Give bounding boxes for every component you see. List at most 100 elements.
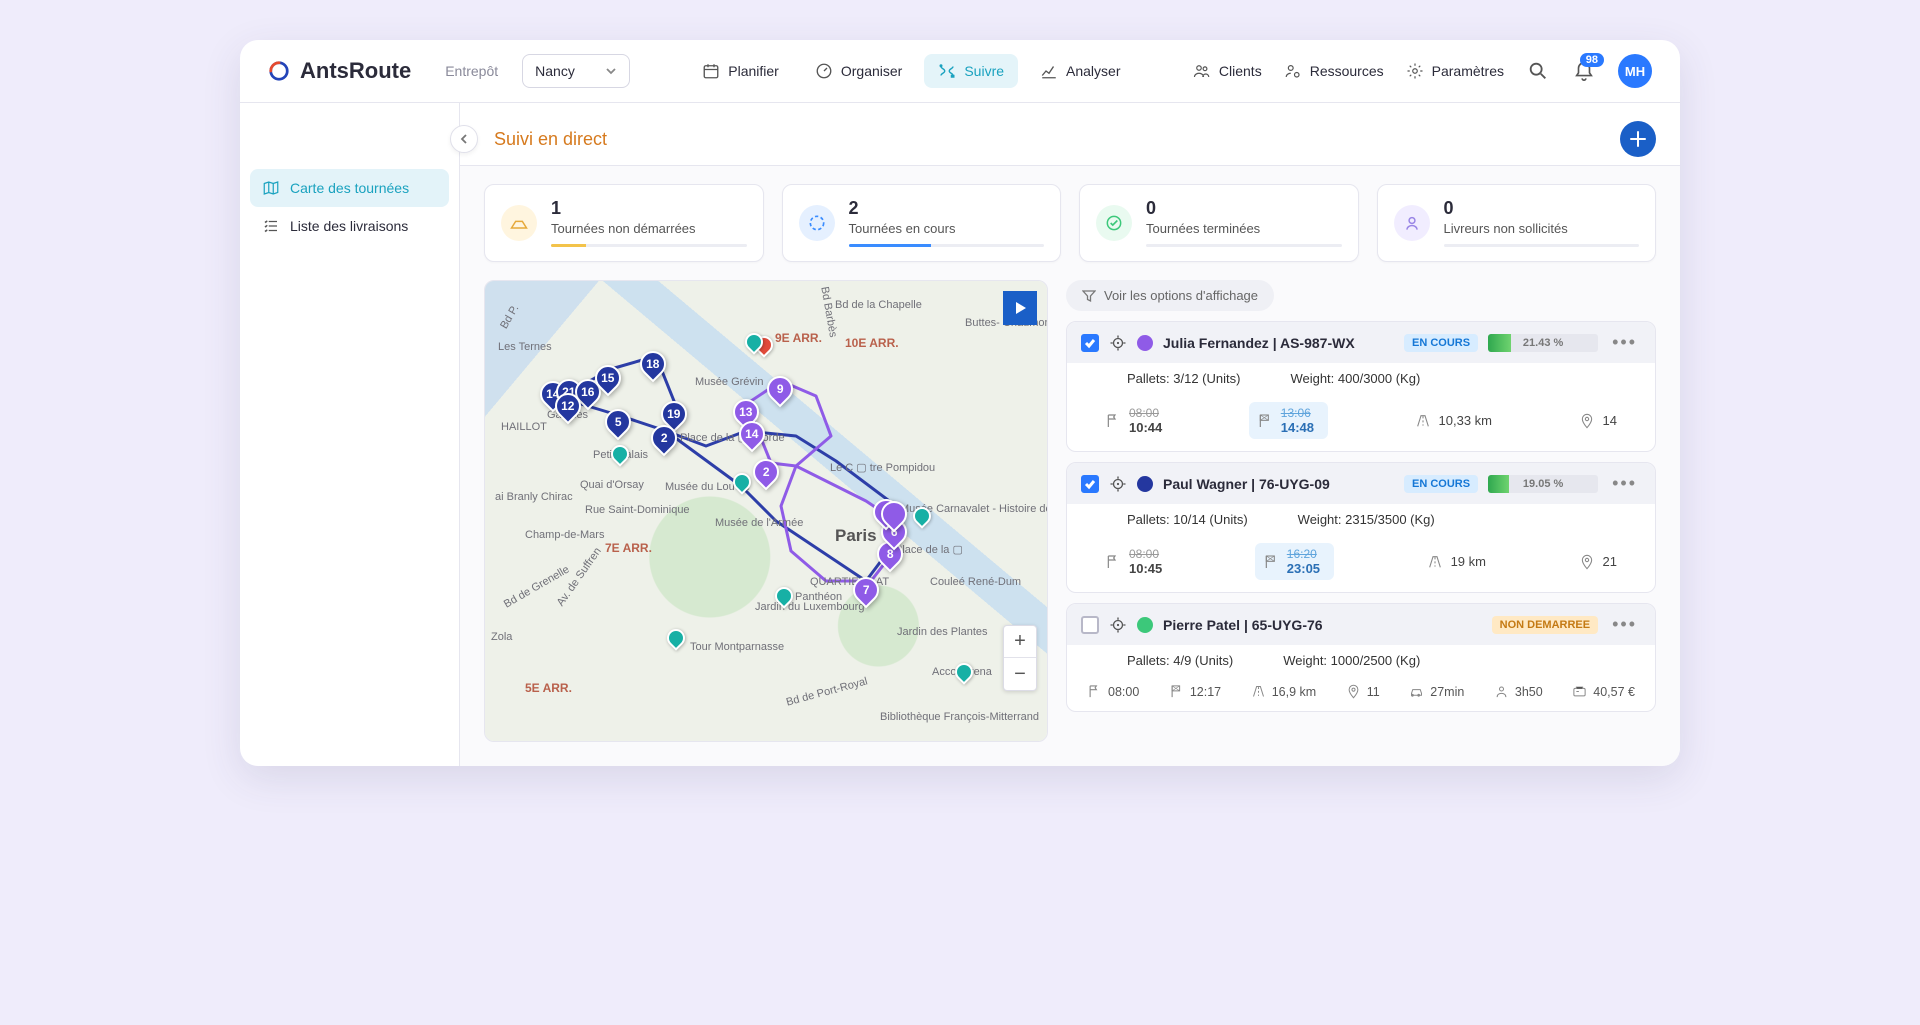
nav-label: Suivre [964, 63, 1004, 79]
stat-card-notstarted[interactable]: 1 Tournées non démarrées [484, 184, 764, 262]
map-pin[interactable]: 9 [762, 371, 799, 408]
display-options-button[interactable]: Voir les options d'affichage [1066, 280, 1274, 311]
map-label: Tour Montparnasse [690, 641, 784, 653]
display-options-label: Voir les options d'affichage [1104, 288, 1258, 303]
side-link-label: Liste des livraisons [290, 218, 408, 234]
route-progress: 19.05 % [1488, 475, 1598, 493]
stops: 11 [1346, 684, 1380, 699]
stat-body: 2 Tournées en cours [849, 199, 1045, 247]
nav-center: Planifier Organiser Suivre Analyser [688, 54, 1134, 88]
gear-icon [1406, 62, 1424, 80]
stat-card-idle[interactable]: 0 Livreurs non sollicités [1377, 184, 1657, 262]
stat-bar [1444, 244, 1640, 247]
work-time: 3h50 [1494, 684, 1543, 699]
map-canvas[interactable]: 9E ARR.10E ARR.7E ARR.5E ARR.ParisBd de … [485, 281, 1047, 741]
distance: 19 km [1427, 554, 1486, 570]
route-weight: Weight: 1000/2500 (Kg) [1283, 653, 1420, 668]
route-more-button[interactable]: ••• [1608, 614, 1641, 635]
map-poi[interactable] [951, 659, 976, 684]
nav-analyser[interactable]: Analyser [1026, 54, 1134, 88]
nav-ressources[interactable]: Ressources [1284, 58, 1384, 84]
route-more-button[interactable]: ••• [1608, 332, 1641, 353]
nav-planifier[interactable]: Planifier [688, 54, 793, 88]
map-label: 5E ARR. [525, 681, 572, 695]
add-button[interactable] [1620, 121, 1656, 157]
stats-row: 1 Tournées non démarrées 2 Tournées en c… [460, 166, 1680, 280]
end-time: 13:0614:48 [1249, 402, 1328, 439]
nav-parametres[interactable]: Paramètres [1406, 58, 1504, 84]
start-time: 08:0010:44 [1105, 406, 1162, 435]
zoom-in-button[interactable]: + [1004, 626, 1036, 658]
map-label: Champ-de-Mars [525, 529, 604, 541]
side-link-label: Carte des tournées [290, 180, 409, 196]
distance: 10,33 km [1415, 413, 1492, 429]
map-container[interactable]: 9E ARR.10E ARR.7E ARR.5E ARR.ParisBd de … [484, 280, 1048, 742]
nav-suivre[interactable]: Suivre [924, 54, 1018, 88]
nav-organiser[interactable]: Organiser [801, 54, 916, 88]
start-time: 08:00 [1087, 684, 1139, 699]
stat-card-inprogress[interactable]: 2 Tournées en cours [782, 184, 1062, 262]
distance: 16,9 km [1251, 684, 1316, 699]
route-header[interactable]: Paul Wagner | 76-UYG-09EN COURS19.05 %••… [1067, 463, 1655, 504]
map-label: Quai d'Orsay [580, 479, 644, 491]
stat-number: 2 [849, 199, 1045, 217]
stat-number: 1 [551, 199, 747, 217]
stat-body: 1 Tournées non démarrées [551, 199, 747, 247]
chevron-left-icon [458, 133, 470, 145]
locate-icon [1109, 616, 1127, 634]
depot-select[interactable]: Nancy [522, 54, 630, 88]
routes-list: Julia Fernandez | AS-987-WXEN COURS21.43… [1066, 321, 1656, 722]
sidebar: Carte des tournées Liste des livraisons [240, 103, 460, 766]
stat-number: 0 [1444, 199, 1640, 217]
end-time: 16:2023:05 [1255, 543, 1334, 580]
locate-icon [1109, 334, 1127, 352]
depot-label: Entrepôt [445, 63, 498, 79]
route-color-swatch [1137, 335, 1153, 351]
user-avatar[interactable]: MH [1618, 54, 1652, 88]
route-header[interactable]: Julia Fernandez | AS-987-WXEN COURS21.43… [1067, 322, 1655, 363]
play-button[interactable] [1003, 291, 1037, 325]
side-link-carte[interactable]: Carte des tournées [250, 169, 449, 207]
route-checkbox[interactable] [1081, 475, 1099, 493]
content-row: 9E ARR.10E ARR.7E ARR.5E ARR.ParisBd de … [460, 280, 1680, 766]
route-subline: Pallets: 10/14 (Units) Weight: 2315/3500… [1067, 504, 1655, 535]
route-checkbox[interactable] [1081, 616, 1099, 634]
stat-card-finished[interactable]: 0 Tournées terminées [1079, 184, 1359, 262]
search-button[interactable] [1526, 59, 1550, 83]
route-subline: Pallets: 3/12 (Units) Weight: 400/3000 (… [1067, 363, 1655, 394]
route-checkbox[interactable] [1081, 334, 1099, 352]
map-icon [262, 179, 280, 197]
nav-clients[interactable]: Clients [1193, 58, 1262, 84]
route-color-swatch [1137, 617, 1153, 633]
zoom-out-button[interactable]: − [1004, 658, 1036, 690]
route-status-chip: NON DEMARREE [1492, 616, 1598, 634]
map-poi[interactable] [607, 441, 632, 466]
route-header[interactable]: Pierre Patel | 65-UYG-76NON DEMARREE••• [1067, 604, 1655, 645]
map-label: Couleé René-Dum [930, 576, 1021, 588]
side-link-liste[interactable]: Liste des livraisons [250, 207, 449, 245]
people-icon [1193, 62, 1211, 80]
nav-right: Clients Ressources Paramètres 98 MH [1193, 54, 1652, 88]
route-weight: Weight: 400/3000 (Kg) [1290, 371, 1420, 386]
start-time: 08:0010:45 [1105, 547, 1162, 576]
map-label: Musée de l'Armée [715, 517, 803, 529]
map-label: Musée Grévin [695, 376, 763, 388]
nav-label: Planifier [728, 63, 779, 79]
map-pin[interactable]: 5 [600, 404, 637, 441]
route-stats: 08:0010:45 16:2023:05 19 km 21 [1067, 535, 1655, 592]
back-button[interactable] [450, 125, 478, 153]
route-pallets: Pallets: 10/14 (Units) [1127, 512, 1248, 527]
map-poi[interactable] [663, 625, 688, 650]
map-pin[interactable]: 18 [635, 346, 672, 383]
map-pin[interactable]: 2 [748, 454, 785, 491]
plus-icon [1629, 130, 1647, 148]
stat-bar [551, 244, 747, 247]
locate-icon [1109, 475, 1127, 493]
stops: 14 [1579, 413, 1617, 429]
chart-icon [1040, 62, 1058, 80]
filter-icon [1082, 289, 1096, 303]
notifications-button[interactable]: 98 [1572, 59, 1596, 83]
route-more-button[interactable]: ••• [1608, 473, 1641, 494]
map-label: Bd de la Chapelle [835, 299, 922, 311]
stops: 21 [1579, 554, 1617, 570]
